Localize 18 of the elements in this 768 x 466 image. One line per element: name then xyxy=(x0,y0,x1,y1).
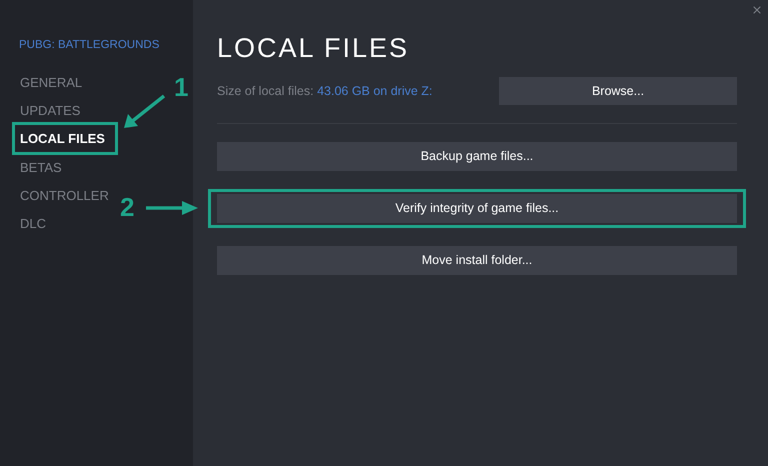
sidebar-item[interactable]: UPDATES xyxy=(12,98,88,122)
page-heading: LOCAL FILES xyxy=(217,33,410,63)
sidebar-item[interactable]: DLC xyxy=(12,211,54,236)
sidebar-item[interactable]: LOCAL FILES xyxy=(12,122,118,156)
sidebar-item[interactable]: CONTROLLER xyxy=(12,183,117,208)
arrow-icon xyxy=(122,94,166,130)
action-button[interactable]: Verify integrity of game files... xyxy=(217,194,737,223)
callout-number: 1 xyxy=(174,72,188,102)
browse-button[interactable]: Browse... xyxy=(499,77,737,105)
game-title: PUBG: BATTLEGROUNDS xyxy=(19,38,160,53)
sidebar-item[interactable]: BETAS xyxy=(12,155,70,180)
sidebar-item[interactable]: GENERAL xyxy=(12,70,90,94)
action-button[interactable]: Move install folder... xyxy=(217,246,737,275)
callout-number: 2 xyxy=(120,192,134,222)
action-button[interactable]: Backup game files... xyxy=(217,142,737,171)
size-info: Size of local files: 43.06 GB on drive Z: xyxy=(217,82,434,100)
close-icon[interactable] xyxy=(751,4,763,16)
arrow-icon xyxy=(146,200,198,216)
